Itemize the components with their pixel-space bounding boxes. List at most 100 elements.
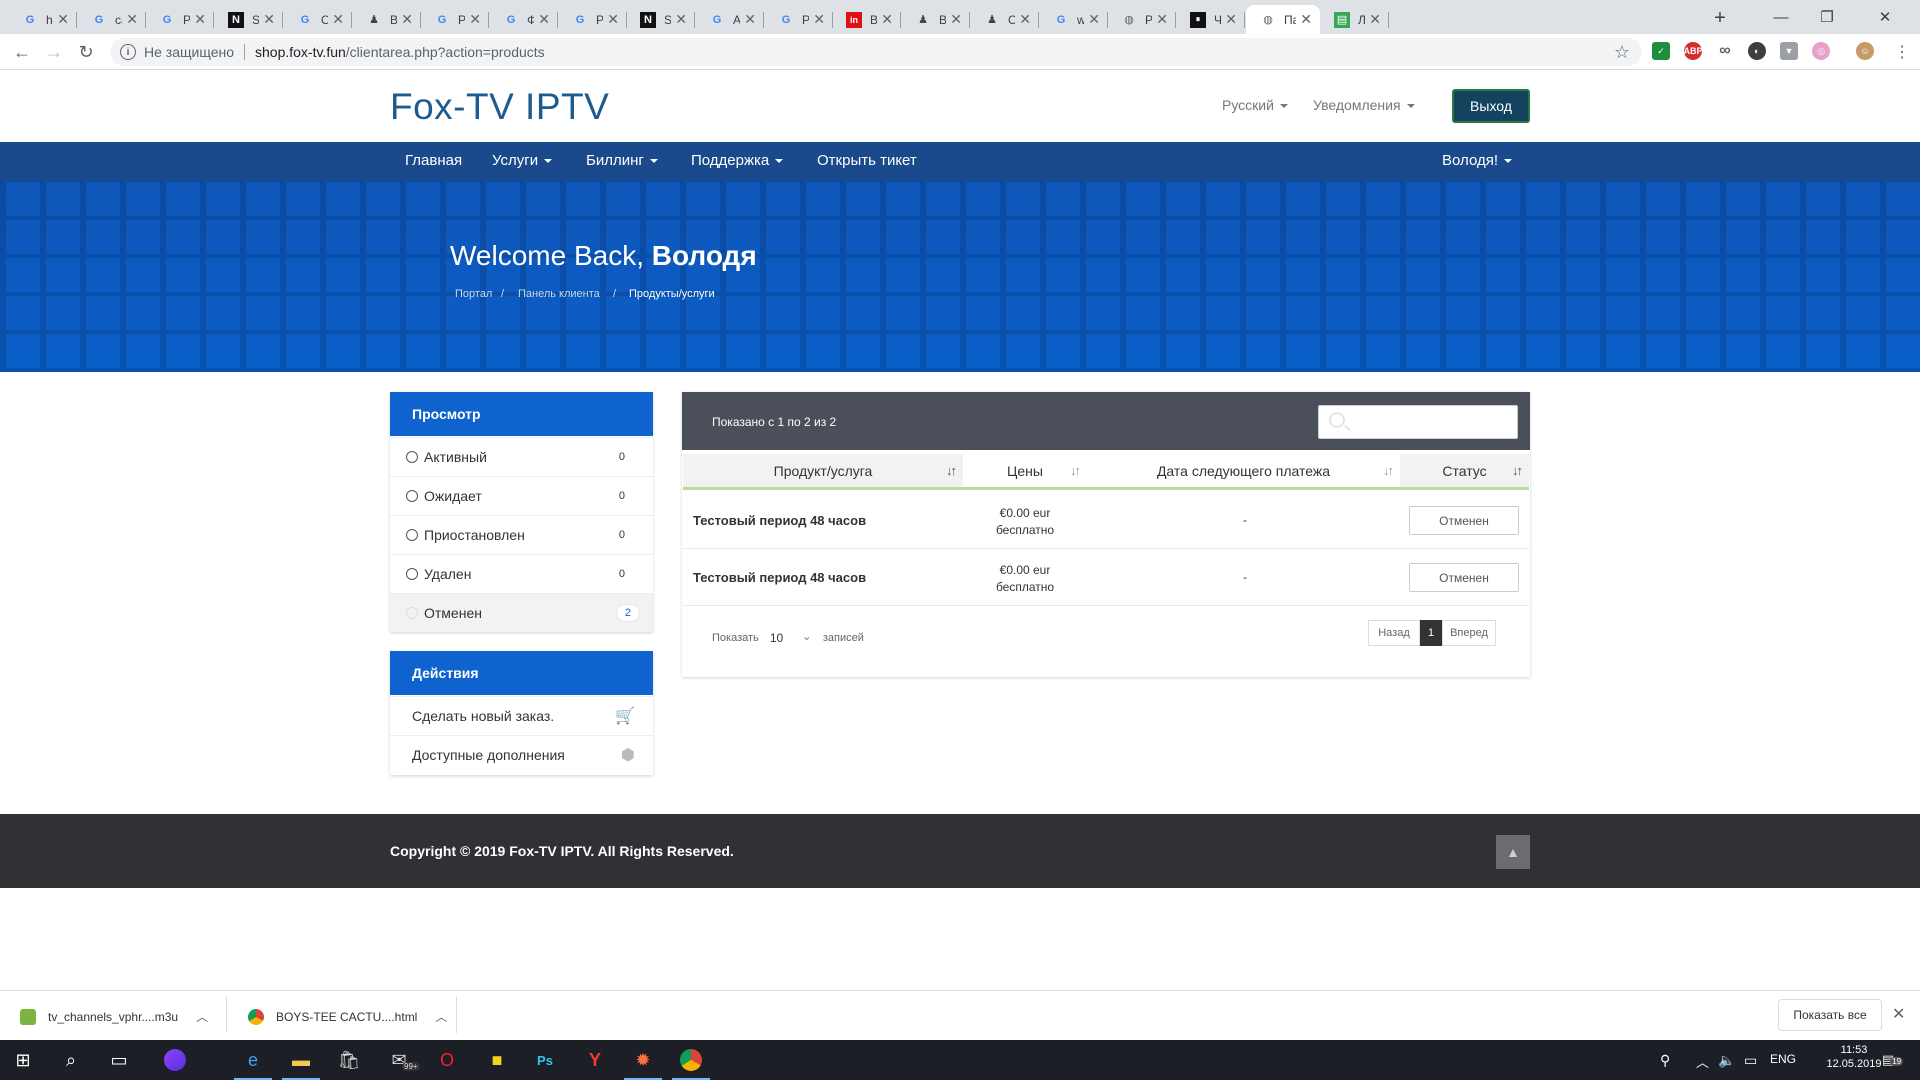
filter-item[interactable]: Ожидает 0 <box>390 476 653 515</box>
breadcrumb-client-area[interactable]: Панель клиента <box>518 288 600 300</box>
shield-gray-extension-icon[interactable]: ▼ <box>1780 42 1798 60</box>
browser-tab[interactable]: Gcact ✕ <box>77 5 146 34</box>
browser-tab[interactable]: G Рез✕ <box>558 5 627 34</box>
close-tab-icon[interactable]: ✕ <box>813 11 825 28</box>
per-page-select[interactable]: 10 ⌄ <box>765 627 816 649</box>
radio-icon[interactable] <box>406 568 418 580</box>
table-row[interactable]: Тестовый период 48 часов €0.00 eur бесплат… <box>683 493 1529 549</box>
column-header-price[interactable]: Цены ↓↑ <box>963 454 1087 490</box>
back-to-top-button[interactable]: ▲ <box>1496 835 1530 869</box>
site-logo[interactable]: Fox-TV IPTV <box>390 86 609 128</box>
next-page-button[interactable]: Вперед <box>1442 620 1496 646</box>
radio-icon[interactable] <box>406 607 418 619</box>
alice-assistant-icon[interactable] <box>152 1040 198 1080</box>
search-icon[interactable]: ⌕ <box>48 1040 94 1080</box>
close-tab-icon[interactable]: ✕ <box>126 11 138 28</box>
photoshop-icon[interactable]: Ps <box>522 1040 568 1080</box>
dark-extension-icon[interactable]: ◐ <box>1748 42 1766 60</box>
column-header-next-due[interactable]: Дата следующего платежа ↓↑ <box>1087 454 1400 490</box>
chevron-up-icon[interactable]: ︿ <box>435 1008 447 1025</box>
close-tab-icon[interactable]: ✕ <box>1156 11 1168 28</box>
close-tab-icon[interactable]: ✕ <box>744 11 756 28</box>
close-tab-icon[interactable]: ✕ <box>1225 11 1237 28</box>
close-tab-icon[interactable]: ✕ <box>469 11 481 28</box>
back-arrow-icon[interactable]: ← <box>8 39 36 65</box>
breadcrumb-portal[interactable]: Портал <box>455 288 492 300</box>
store-icon[interactable]: 🛍 <box>326 1040 372 1080</box>
radio-icon[interactable] <box>406 451 418 463</box>
download-item-html[interactable]: BOYS-TEE CACTU....html ︿ <box>248 1008 447 1025</box>
close-tab-icon[interactable]: ✕ <box>1019 11 1031 28</box>
radio-icon[interactable] <box>406 490 418 502</box>
browser-tab[interactable]: ♟ BOY✕ <box>901 5 970 34</box>
close-window-button[interactable]: ✕ <box>1850 0 1920 34</box>
filter-item[interactable]: Удален 0 <box>390 554 653 593</box>
browser-tab[interactable]: G Рез✕ <box>145 5 214 34</box>
browser-tab[interactable]: N Sho✕ <box>626 5 695 34</box>
browser-tab[interactable]: Ghot ✕ <box>8 5 77 34</box>
chrome-icon[interactable] <box>668 1040 714 1080</box>
notifications-icon[interactable]: ▤19 <box>1882 1052 1904 1068</box>
filter-item[interactable]: Отменен 2 <box>390 593 653 632</box>
close-download-bar-icon[interactable]: ✕ <box>1892 1004 1905 1024</box>
nav-support[interactable]: Поддержка <box>691 152 784 169</box>
profile-avatar-icon[interactable]: ☺ <box>1856 42 1874 60</box>
browser-tab[interactable]: G AED✕ <box>695 5 764 34</box>
nav-home[interactable]: Главная <box>405 152 462 169</box>
close-tab-icon[interactable]: ✕ <box>401 11 413 28</box>
status-badge[interactable]: Отменен <box>1409 506 1519 535</box>
volume-icon[interactable]: 🔈 <box>1718 1052 1735 1069</box>
close-tab-icon[interactable]: ✕ <box>194 11 206 28</box>
language-dropdown[interactable]: Русский <box>1222 97 1288 113</box>
browser-tab[interactable]: ▤ Луч✕ <box>1320 5 1389 34</box>
notifications-dropdown[interactable]: Уведомления <box>1313 97 1415 113</box>
mail-icon[interactable]: ✉ 99+ <box>376 1040 422 1080</box>
radio-icon[interactable] <box>406 529 418 541</box>
nav-billing[interactable]: Биллинг <box>586 152 658 169</box>
close-tab-icon[interactable]: ✕ <box>57 11 69 28</box>
close-tab-icon[interactable]: ✕ <box>1088 11 1100 28</box>
new-tab-button[interactable]: + <box>1706 5 1734 31</box>
logout-button[interactable]: Выход <box>1452 89 1530 123</box>
player-icon[interactable]: ■ <box>474 1040 520 1080</box>
yandex-icon[interactable]: Y <box>572 1040 618 1080</box>
page-1-button[interactable]: 1 <box>1420 620 1442 646</box>
info-icon[interactable]: i <box>120 44 136 60</box>
status-badge[interactable]: Отменен <box>1409 563 1519 592</box>
download-item-m3u[interactable]: tv_channels_vphr....m3u ︿ <box>20 1008 208 1025</box>
filter-item[interactable]: Активный 0 <box>390 437 653 476</box>
people-icon[interactable]: ⚲ <box>1660 1052 1670 1069</box>
column-header-product[interactable]: Продукт/услуга ↓↑ <box>683 454 963 490</box>
close-tab-icon[interactable]: ✕ <box>950 11 962 28</box>
browser-tab[interactable]: G ORI✕ <box>283 5 352 34</box>
close-tab-icon[interactable]: ✕ <box>881 11 893 28</box>
pink-extension-icon[interactable]: ◎ <box>1812 42 1830 60</box>
close-tab-icon[interactable]: ✕ <box>263 11 275 28</box>
close-tab-icon[interactable]: ✕ <box>538 11 550 28</box>
opera-icon[interactable]: O <box>424 1040 470 1080</box>
browser-tab[interactable]: ◍ Пан✕ <box>1246 5 1320 34</box>
shield-extension-icon[interactable]: ✓ <box>1652 42 1670 60</box>
browser-tab[interactable]: ♟ BOY✕ <box>352 5 421 34</box>
adblock-extension-icon[interactable]: ABP <box>1684 42 1703 60</box>
chevron-up-icon[interactable]: ︿ <box>196 1008 208 1025</box>
restore-button[interactable]: ❐ <box>1804 0 1850 34</box>
nav-open-ticket[interactable]: Открыть тикет <box>817 152 917 169</box>
column-header-status[interactable]: Статус ↓↑ <box>1400 454 1529 490</box>
windows-start-icon[interactable]: ⊞ <box>0 1040 46 1080</box>
forward-arrow-icon[interactable]: → <box>40 39 68 65</box>
nav-services[interactable]: Услуги <box>492 152 553 169</box>
close-tab-icon[interactable]: ✕ <box>607 11 619 28</box>
prev-page-button[interactable]: Назад <box>1368 620 1420 646</box>
language-indicator[interactable]: ENG <box>1770 1052 1796 1066</box>
reload-icon[interactable]: ↻ <box>72 39 100 65</box>
edge-browser-icon[interactable]: e <box>230 1040 276 1080</box>
close-tab-icon[interactable]: ✕ <box>675 11 687 28</box>
browser-tab[interactable]: ⏸ Чар✕ <box>1176 5 1245 34</box>
gear-app-icon[interactable]: ✹ <box>620 1040 666 1080</box>
table-row[interactable]: Тестовый период 48 часов €0.00 eur бесплат… <box>683 550 1529 606</box>
action-item[interactable]: Доступные дополнения ⬢ <box>390 735 653 774</box>
minimize-button[interactable]: — <box>1758 0 1804 34</box>
browser-tab[interactable]: G Рез✕ <box>764 5 833 34</box>
network-icon[interactable]: ▭ <box>1744 1052 1757 1069</box>
